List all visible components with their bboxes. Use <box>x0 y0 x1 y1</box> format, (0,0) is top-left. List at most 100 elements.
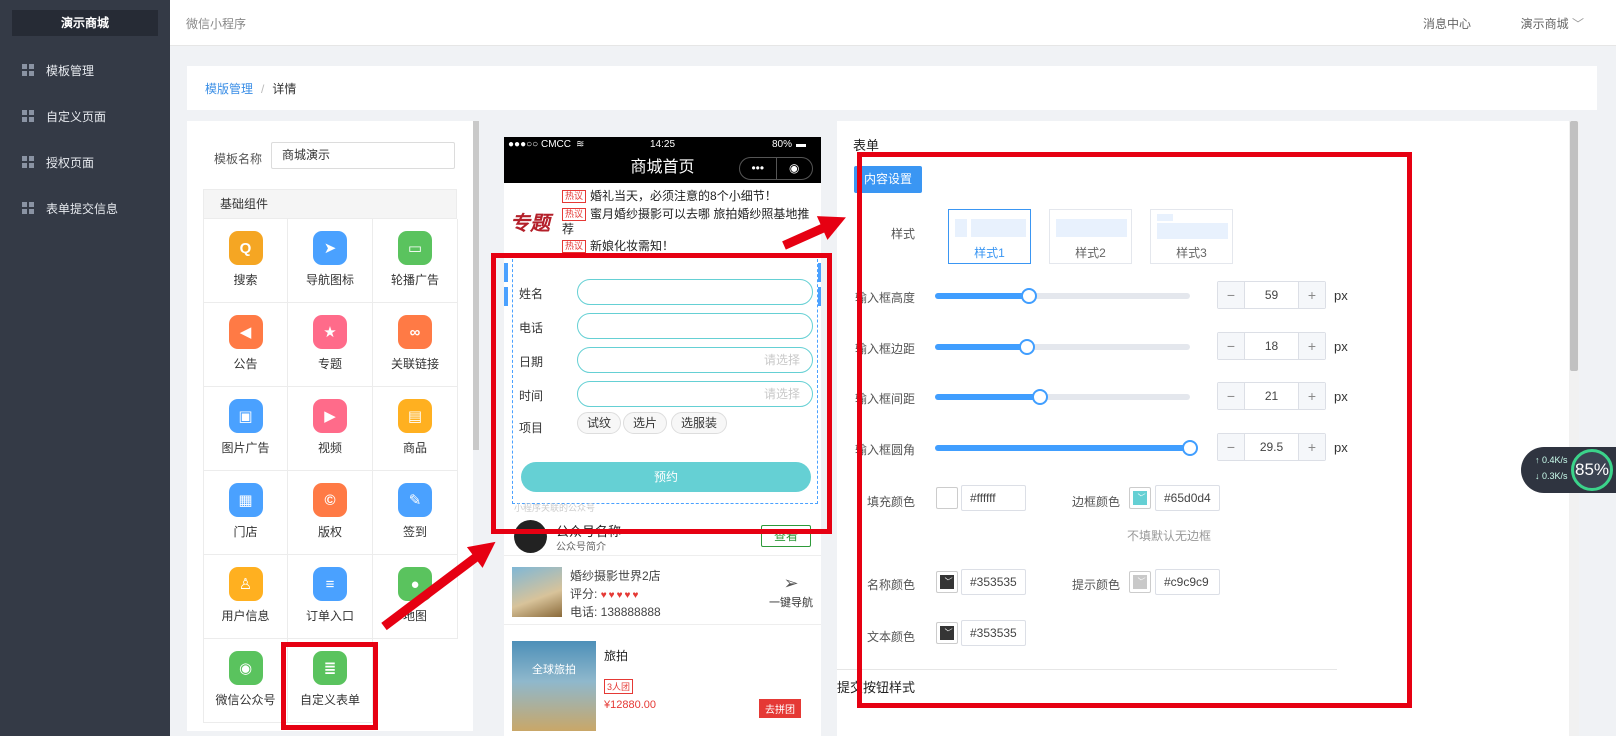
group-badge: 3人团 <box>604 679 634 694</box>
tab-content-settings[interactable]: 内容设置 <box>854 166 922 193</box>
sidebar-item-templates[interactable]: 模板管理 <box>0 47 170 93</box>
option-chip[interactable]: 试纹 <box>577 412 622 434</box>
user-menu[interactable]: 演示商城 ﹀ <box>1521 15 1584 32</box>
time-field[interactable]: 请选择 <box>577 381 813 407</box>
component-video[interactable]: ▶ 视频 <box>288 387 373 471</box>
name-color-swatch[interactable]: ﹀ <box>936 571 958 593</box>
group-buy-button[interactable]: 去拼团 <box>759 699 801 718</box>
component-wechat[interactable]: ◉ 微信公众号 <box>203 639 288 723</box>
component-shopping-bag[interactable]: ▤ 商品 <box>373 387 458 471</box>
style-label: 样式2 <box>1075 246 1106 260</box>
component-link[interactable]: ∞ 关联链接 <box>373 303 458 387</box>
increment-button[interactable]: + <box>1298 282 1325 308</box>
increment-button[interactable]: + <box>1298 434 1325 460</box>
color-chip: ﹀ <box>1133 575 1147 589</box>
stepper-value[interactable]: 29.5 <box>1245 434 1298 460</box>
slider-track[interactable] <box>935 389 1190 405</box>
sidebar-item-custom-pages[interactable]: 自定义页面 <box>0 93 170 139</box>
style-option-2[interactable]: 样式2 <box>1049 209 1132 264</box>
sidebar-item-form-submissions[interactable]: 表单提交信息 <box>0 185 170 231</box>
style-option-1[interactable]: 样式1 <box>948 209 1031 264</box>
messages-link[interactable]: 消息中心 <box>1423 15 1471 32</box>
unit-label: px <box>1334 288 1348 303</box>
right-scrollbar[interactable] <box>1569 121 1579 736</box>
hint-color-input[interactable]: #c9c9c9 <box>1155 569 1220 595</box>
slider-label: 输入框间距 <box>854 392 915 406</box>
increment-button[interactable]: + <box>1298 383 1325 409</box>
store-phone: 电话: 138888888 <box>570 605 661 619</box>
component-image[interactable]: ▣ 图片广告 <box>203 387 288 471</box>
drag-handle[interactable] <box>504 287 508 306</box>
hint-color-swatch[interactable]: ﹀ <box>1129 571 1151 593</box>
slider-handle[interactable] <box>1182 440 1198 456</box>
custom-form-preview[interactable]: 姓名 电话 日期 请选择 时间 请选择 项目 试纹 选片 选服装 预约 <box>512 254 818 504</box>
mini-program-capsule[interactable]: ••• ◉ <box>739 157 813 180</box>
component-label: 专题 <box>317 357 342 371</box>
option-chip[interactable]: 选片 <box>623 412 668 434</box>
date-field[interactable]: 请选择 <box>577 347 813 373</box>
option-chip[interactable]: 选服装 <box>671 412 728 434</box>
slider-handle[interactable] <box>1018 339 1035 355</box>
component-order[interactable]: ≡ 订单入口 <box>288 555 373 639</box>
border-color-swatch[interactable]: ﹀ <box>1129 487 1151 509</box>
increment-button[interactable]: + <box>1298 333 1325 359</box>
component-store[interactable]: ▦ 门店 <box>203 471 288 555</box>
pencil-icon: ✎ <box>398 483 432 517</box>
decrement-button[interactable]: − <box>1218 282 1245 308</box>
close-icon[interactable]: ◉ <box>775 158 813 179</box>
style-label: 样式3 <box>1176 246 1207 260</box>
name-field[interactable] <box>577 279 813 305</box>
style-option-3[interactable]: 样式3 <box>1150 209 1233 264</box>
store-image <box>512 567 562 617</box>
wechat-icon: ◉ <box>228 651 263 685</box>
fill-color-input[interactable]: #ffffff <box>961 485 1026 511</box>
trip-image: 全球旅拍 <box>512 641 596 731</box>
slider-label: 输入框边距 <box>854 342 915 356</box>
left-scrollbar[interactable] <box>473 121 479 450</box>
component-navigation[interactable]: ➤ 导航图标 <box>288 219 373 303</box>
view-button[interactable]: 查看 <box>761 525 811 547</box>
border-color-input[interactable]: #65d0d4 <box>1155 485 1220 511</box>
component-label: 门店 <box>233 525 258 539</box>
slider-handle[interactable] <box>1031 389 1048 405</box>
slider-handle[interactable] <box>1021 288 1038 304</box>
decrement-button[interactable]: − <box>1218 383 1245 409</box>
component-pencil[interactable]: ✎ 签到 <box>373 471 458 555</box>
slider-track[interactable] <box>935 288 1190 304</box>
navigate-button[interactable]: ➢ 一键导航 <box>769 573 813 610</box>
component-copyright[interactable]: © 版权 <box>288 471 373 555</box>
breadcrumb-parent-link[interactable]: 模版管理 <box>205 82 253 96</box>
decrement-button[interactable]: − <box>1218 333 1245 359</box>
scroll-thumb[interactable] <box>1570 121 1578 371</box>
form-row: 项目 试纹 选片 选服装 <box>513 411 819 441</box>
component-user-info[interactable]: ♙ 用户信息 <box>203 555 288 639</box>
fill-color-swatch[interactable] <box>936 487 958 509</box>
topic-icon: ★ <box>313 315 347 349</box>
divider <box>837 669 1337 670</box>
component-label: 轮播广告 <box>390 273 439 287</box>
submit-button[interactable]: 预约 <box>521 462 811 492</box>
more-icon[interactable]: ••• <box>740 158 776 179</box>
slider-track[interactable] <box>935 440 1198 456</box>
unit-label: px <box>1334 440 1348 455</box>
video-icon: ▶ <box>313 399 347 433</box>
topic-block[interactable]: 专题 热议 婚礼当天，必须注意的8个小细节！ 热议 蜜月婚纱摄影可以去哪 旅拍婚纱照… <box>504 187 821 254</box>
component-announcement[interactable]: ◀ 公告 <box>203 303 288 387</box>
stepper-value[interactable]: 59 <box>1245 282 1298 308</box>
component-search[interactable]: Q 搜索 <box>203 219 288 303</box>
phone-field[interactable] <box>577 313 813 339</box>
stepper-value[interactable]: 18 <box>1245 333 1298 359</box>
text-color-swatch[interactable]: ﹀ <box>936 622 958 644</box>
template-name-input[interactable]: 商城演示 <box>271 142 455 169</box>
name-color-input[interactable]: #353535 <box>961 569 1026 595</box>
decrement-button[interactable]: − <box>1218 434 1245 460</box>
drag-handle[interactable] <box>504 263 508 282</box>
component-carousel[interactable]: ▭ 轮播广告 <box>373 219 458 303</box>
sidebar-item-auth-pages[interactable]: 授权页面 <box>0 139 170 185</box>
text-color-input[interactable]: #353535 <box>961 620 1026 646</box>
component-custom-form[interactable]: ≣ 自定义表单 <box>288 639 373 723</box>
slider-track[interactable] <box>935 339 1190 355</box>
stepper-value[interactable]: 21 <box>1245 383 1298 409</box>
navigation-icon: ➢ <box>783 573 799 593</box>
component-topic[interactable]: ★ 专题 <box>288 303 373 387</box>
